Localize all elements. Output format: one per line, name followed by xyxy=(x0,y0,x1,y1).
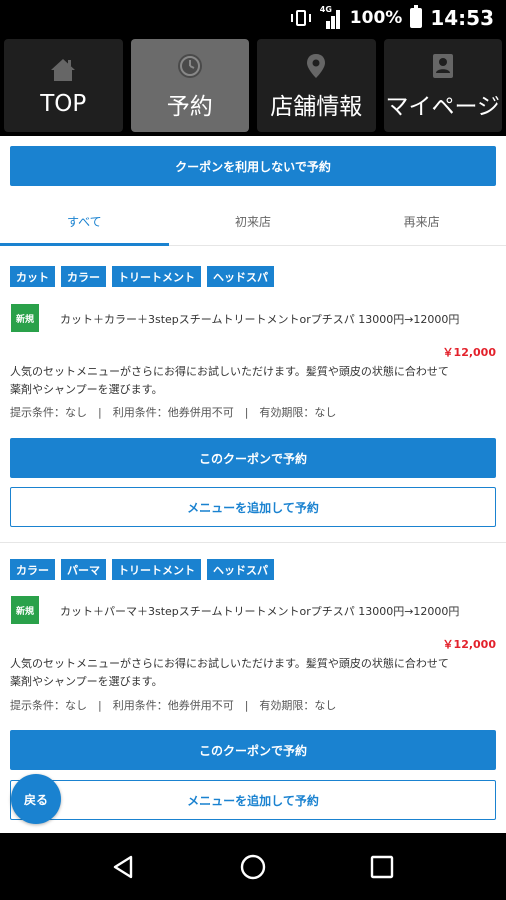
new-customer-badge: 新規 xyxy=(11,596,39,624)
triangle-back-icon xyxy=(114,855,133,878)
nav-item-reserve[interactable]: 予約 xyxy=(130,39,249,132)
divider xyxy=(0,542,506,543)
clock: 14:53 xyxy=(430,6,494,30)
coupon-title: カット＋カラー＋3stepスチームトリートメントorプチスパ 13000円→12… xyxy=(60,313,460,326)
reserve-without-coupon-button[interactable]: クーポンを利用しないで予約 xyxy=(10,146,496,186)
nav-item-mypage[interactable]: マイページ xyxy=(383,39,502,132)
system-nav-bar xyxy=(0,833,506,900)
coupon-tag: パーマ xyxy=(61,559,106,580)
add-menu-reserve-button[interactable]: メニューを追加して予約 xyxy=(10,487,496,527)
nav-item-label: 店舗情報 xyxy=(270,93,363,120)
coupon-tag: カラー xyxy=(10,559,55,580)
tab-first-visit[interactable]: 初来店 xyxy=(169,198,338,245)
coupon-description-line: 薬剤やシャンプーを選びます。 xyxy=(10,675,163,688)
status-bar: 4G 100% 14:53 xyxy=(0,0,506,36)
coupon-tag: ヘッドスパ xyxy=(207,559,274,580)
vibrate-icon xyxy=(290,8,312,28)
square-recents-icon xyxy=(370,855,393,878)
coupon-description-line: 人気のセットメニューがさらにお得にお試しいただけます。髪質や頭皮の状態に合わせて xyxy=(10,657,449,670)
filter-tabs: すべて 初来店 再来店 xyxy=(0,198,506,246)
tab-revisit[interactable]: 再来店 xyxy=(337,198,506,245)
coupon-description-line: 薬剤やシャンプーを選びます。 xyxy=(10,383,163,396)
coupon-description: 人気のセットメニューがさらにお得にお試しいただけます。髪質や頭皮の状態に合わせて… xyxy=(10,655,500,691)
new-customer-badge: 新規 xyxy=(11,304,39,332)
coupon-tag: カラー xyxy=(61,266,106,287)
back-button[interactable]: 戻る xyxy=(11,774,61,824)
coupon-conditions: 提示条件：なし | 利用条件：他券併用不可 | 有効期限：なし xyxy=(10,406,337,419)
coupon-price: ￥12,000 xyxy=(442,346,496,359)
coupon-tag: ヘッドスパ xyxy=(207,266,274,287)
add-menu-reserve-button[interactable]: メニューを追加して予約 xyxy=(10,780,496,820)
battery-icon xyxy=(410,5,423,28)
clock-icon xyxy=(177,53,202,78)
system-back-button[interactable] xyxy=(104,847,144,887)
signal-icon: 4G xyxy=(320,5,342,29)
battery-percent: 100% xyxy=(349,8,403,28)
system-home-button[interactable] xyxy=(233,847,273,887)
nav-item-top[interactable]: TOP xyxy=(4,39,123,132)
coupon-description-line: 人気のセットメニューがさらにお得にお試しいただけます。髪質や頭皮の状態に合わせて xyxy=(10,365,449,378)
reserve-with-coupon-button[interactable]: このクーポンで予約 xyxy=(10,730,496,770)
coupon-tag: トリートメント xyxy=(112,559,201,580)
top-nav: TOP 予約 店舗情報 マイページ xyxy=(0,36,506,136)
nav-item-label: マイページ xyxy=(385,93,501,120)
coupon-tags: カット カラー トリートメント ヘッドスパ xyxy=(10,266,274,287)
coupon-description: 人気のセットメニューがさらにお得にお試しいただけます。髪質や頭皮の状態に合わせて… xyxy=(10,363,500,399)
coupon-tags: カラー パーマ トリートメント ヘッドスパ xyxy=(10,559,274,580)
nav-item-label: TOP xyxy=(40,90,87,117)
circle-home-icon xyxy=(240,854,266,879)
coupon-tag: カット xyxy=(10,266,55,287)
tab-all[interactable]: すべて xyxy=(0,198,169,246)
coupon-title: カット＋パーマ＋3stepスチームトリートメントorプチスパ 13000円→12… xyxy=(60,605,460,618)
nav-item-label: 予約 xyxy=(166,93,213,120)
system-recents-button[interactable] xyxy=(362,847,402,887)
profile-card-icon xyxy=(432,53,453,78)
coupon-tag: トリートメント xyxy=(112,266,201,287)
reserve-with-coupon-button[interactable]: このクーポンで予約 xyxy=(10,438,496,478)
coupon-conditions: 提示条件：なし | 利用条件：他券併用不可 | 有効期限：なし xyxy=(10,699,337,712)
coupon-list: クーポンを利用しないで予約 すべて 初来店 再来店 カット カラー トリートメン… xyxy=(0,136,506,833)
nav-item-store-info[interactable]: 店舗情報 xyxy=(257,39,376,132)
home-icon xyxy=(51,58,76,81)
coupon-price: ￥12,000 xyxy=(442,638,496,651)
map-pin-icon xyxy=(307,53,326,78)
